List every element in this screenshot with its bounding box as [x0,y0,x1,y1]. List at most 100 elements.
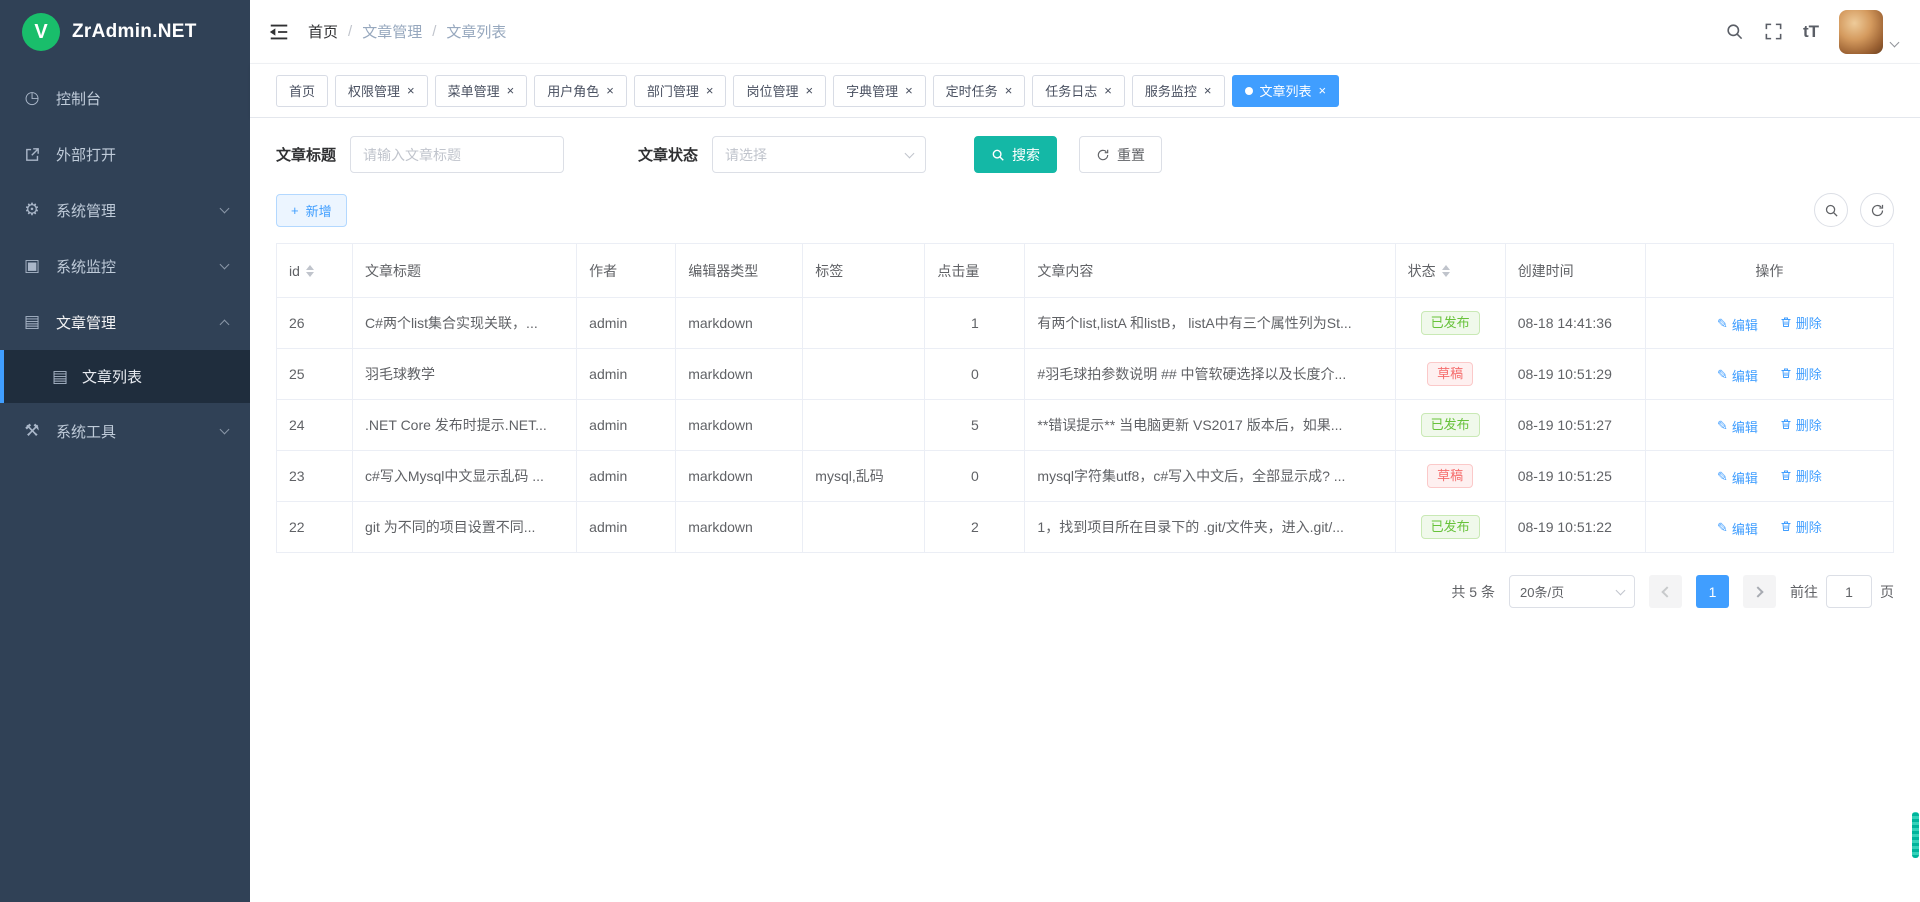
tab-dictionary[interactable]: 字典管理 × [833,75,926,107]
chevron-down-icon[interactable] [1890,37,1900,47]
table-row: 26 C#两个list集合实现关联，... admin markdown 1 有… [277,298,1894,349]
sidebar-item-article-list[interactable]: ▤ 文章列表 [0,350,250,403]
close-icon[interactable]: × [507,84,515,97]
column-header-created: 创建时间 [1505,244,1645,298]
status-badge: 草稿 [1427,362,1473,387]
article-status-select[interactable]: 请选择 [712,136,926,173]
tab-scheduled-task[interactable]: 定时任务 × [933,75,1026,107]
tab-menu-admin[interactable]: 菜单管理 × [435,75,528,107]
sidebar-item-system-monitor[interactable]: ▣ 系统监控 [0,238,250,294]
page-number-button[interactable]: 1 [1696,575,1729,608]
page-size-select[interactable]: 20条/页 [1509,575,1635,608]
breadcrumb: 首页 文章管理 文章列表 [308,21,506,42]
tab-permission[interactable]: 权限管理 × [335,75,428,107]
tab-label: 部门管理 [647,81,699,100]
tab-label: 文章列表 [1260,81,1312,100]
column-header-content: 文章内容 [1025,244,1395,298]
chevron-up-icon [220,319,230,329]
delete-button[interactable]: 删除 [1780,415,1822,434]
prev-page-button[interactable] [1649,575,1682,608]
sidebar-item-label: 外部打开 [56,144,116,165]
breadcrumb-item[interactable]: 文章列表 [446,21,506,42]
edit-button[interactable]: ✎编辑 [1717,468,1758,487]
app-logo: V ZrAdmin.NET [0,0,250,64]
tab-home[interactable]: 首页 [276,75,328,107]
goto-page-input[interactable] [1826,575,1872,608]
tab-article-list[interactable]: 文章列表 × [1232,75,1340,107]
breadcrumb-separator [432,23,436,40]
trash-icon [1780,316,1792,328]
sidebar-collapse-icon[interactable] [268,21,290,43]
delete-button[interactable]: 删除 [1780,364,1822,383]
sidebar-item-dashboard[interactable]: ◷ 控制台 [0,70,250,126]
reset-button[interactable]: 重置 [1079,136,1162,173]
sidebar-item-external[interactable]: 外部打开 [0,126,250,182]
trash-icon [1780,367,1792,379]
breadcrumb-item[interactable]: 文章管理 [362,21,422,42]
sidebar-item-label: 系统管理 [56,200,116,221]
sidebar-item-label: 系统工具 [56,421,116,442]
refresh-button[interactable] [1860,193,1894,227]
column-header-status[interactable]: 状态 [1395,244,1505,298]
fullscreen-icon[interactable] [1764,22,1783,41]
add-button[interactable]: + 新增 [276,194,347,227]
column-header-actions: 操作 [1645,244,1893,298]
sidebar-item-article-admin[interactable]: ▤ 文章管理 [0,294,250,350]
header-actions: tT [1725,10,1898,54]
sort-icon[interactable] [306,265,314,277]
close-icon[interactable]: × [1204,84,1212,97]
article-title-input[interactable] [350,136,564,173]
trash-icon [1780,520,1792,532]
tab-label: 权限管理 [348,81,400,100]
sidebar-item-system-admin[interactable]: ⚙ 系统管理 [0,182,250,238]
next-page-button[interactable] [1743,575,1776,608]
status-badge: 草稿 [1427,464,1473,489]
close-icon[interactable]: × [1005,84,1013,97]
edit-button[interactable]: ✎编辑 [1717,315,1758,334]
edit-button[interactable]: ✎编辑 [1717,519,1758,538]
font-size-icon[interactable]: tT [1803,22,1819,42]
delete-button[interactable]: 删除 [1780,313,1822,332]
toggle-search-button[interactable] [1814,193,1848,227]
tab-label: 定时任务 [946,81,998,100]
search-icon[interactable] [1725,22,1744,41]
close-icon[interactable]: × [1104,84,1112,97]
close-icon[interactable]: × [1319,84,1327,97]
close-icon[interactable]: × [606,84,614,97]
tab-department[interactable]: 部门管理 × [634,75,727,107]
edit-button[interactable]: ✎编辑 [1717,366,1758,385]
delete-button[interactable]: 删除 [1780,466,1822,485]
main-area: 首页 文章管理 文章列表 tT 首页 [250,0,1920,902]
close-icon[interactable]: × [805,84,813,97]
tab-label: 岗位管理 [746,81,798,100]
column-header-id[interactable]: id [277,244,353,298]
edit-button[interactable]: ✎编辑 [1717,417,1758,436]
edit-icon: ✎ [1717,418,1728,434]
delete-button[interactable]: 删除 [1780,517,1822,536]
chevron-down-icon [220,424,230,434]
chevron-left-icon [1661,586,1672,597]
tab-label: 用户角色 [547,81,599,100]
sidebar: V ZrAdmin.NET ◷ 控制台 外部打开 ⚙ 系统管理 ▣ [0,0,250,902]
tab-label: 服务监控 [1145,81,1197,100]
close-icon[interactable]: × [407,84,415,97]
sidebar-item-label: 文章管理 [56,312,116,333]
sidebar-item-system-tools[interactable]: ⚒ 系统工具 [0,403,250,459]
tab-service-monitor[interactable]: 服务监控 × [1132,75,1225,107]
table-row: 24 .NET Core 发布时提示.NET... admin markdown… [277,400,1894,451]
tab-bar: 首页 权限管理 × 菜单管理 × 用户角色 × 部门管理 × 岗位管理 × [250,64,1920,118]
close-icon[interactable]: × [905,84,913,97]
tab-user-role[interactable]: 用户角色 × [534,75,627,107]
tab-post[interactable]: 岗位管理 × [733,75,826,107]
pagination: 共 5 条 20条/页 1 前往 页 [276,575,1894,608]
sort-icon[interactable] [1442,265,1450,277]
avatar[interactable] [1839,10,1883,54]
tab-task-log[interactable]: 任务日志 × [1032,75,1125,107]
breadcrumb-item[interactable]: 首页 [308,21,338,42]
logo-letter: V [34,21,47,44]
scrollbar-thumb[interactable] [1912,812,1919,858]
search-button[interactable]: 搜索 [974,136,1057,173]
monitor-icon: ▣ [22,256,42,276]
close-icon[interactable]: × [706,84,714,97]
chevron-down-icon [220,259,230,269]
